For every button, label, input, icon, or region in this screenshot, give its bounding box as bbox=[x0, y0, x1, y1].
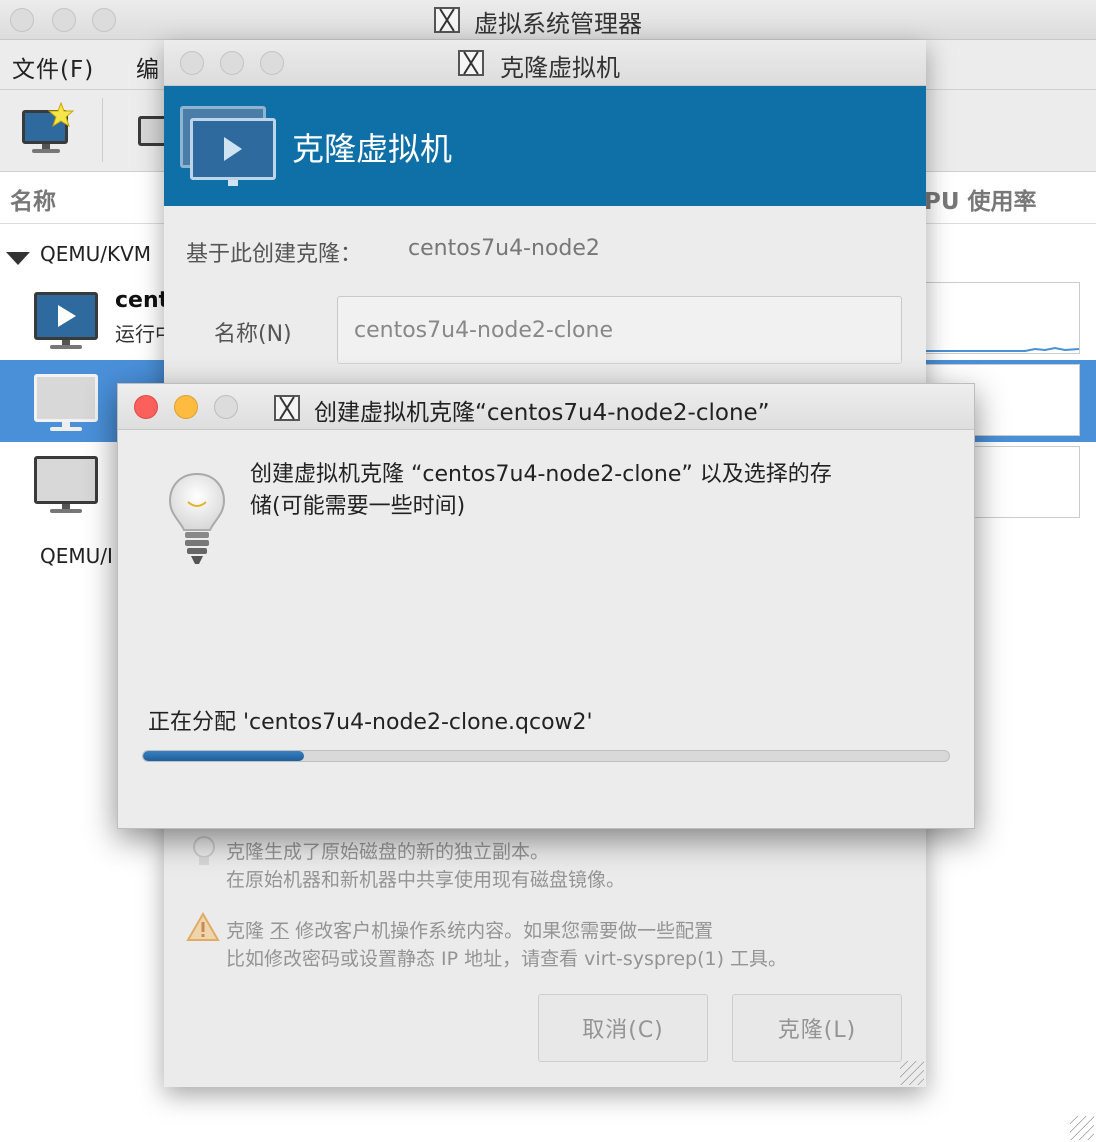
menu-edit[interactable]: 编 bbox=[136, 50, 160, 84]
new-vm-button[interactable] bbox=[20, 102, 76, 156]
clone-dialog-titlebar: 克隆虚拟机 bbox=[164, 40, 926, 86]
warning-icon bbox=[186, 911, 220, 946]
expander-triangle-icon[interactable] bbox=[6, 252, 30, 265]
close-button[interactable] bbox=[134, 395, 158, 419]
x11-app-icon bbox=[274, 395, 300, 421]
close-button[interactable] bbox=[180, 51, 204, 75]
warning-text-line1: 克隆 不 修改客户机操作系统内容。如果您需要做一些配置 bbox=[226, 916, 713, 943]
window-title: 虚拟系统管理器 bbox=[474, 10, 642, 38]
warning-prefix: 克隆 bbox=[226, 920, 265, 942]
warning-emphasis: 不 bbox=[270, 920, 290, 942]
connection-label: QEMU/KVM bbox=[40, 242, 152, 266]
minimize-button[interactable] bbox=[174, 395, 198, 419]
minimize-button[interactable] bbox=[220, 51, 244, 75]
progress-dialog-titlebar: 创建虚拟机克隆“centos7u4-node2-clone” bbox=[118, 384, 974, 430]
main-titlebar: 虚拟系统管理器 bbox=[0, 0, 1096, 40]
x11-app-icon bbox=[458, 50, 484, 76]
progress-message-line2: 储(可能需要一些时间) bbox=[250, 494, 466, 519]
source-vm-name: centos7u4-node2 bbox=[408, 236, 600, 261]
dialog-title: 克隆虚拟机 bbox=[500, 54, 620, 82]
minimize-button[interactable] bbox=[52, 8, 76, 32]
menu-file[interactable]: 文件(F) bbox=[12, 50, 94, 84]
lightbulb-icon bbox=[168, 472, 226, 568]
column-name[interactable]: 名称 bbox=[10, 182, 56, 216]
warning-rest: 修改客户机操作系统内容。如果您需要做一些配置 bbox=[295, 920, 714, 942]
progress-bar-fill bbox=[143, 751, 305, 761]
clone-name-input[interactable] bbox=[337, 296, 902, 364]
resize-grip-icon[interactable] bbox=[900, 1061, 924, 1085]
cancel-button[interactable]: 取消(C) bbox=[538, 994, 708, 1062]
cpu-usage-graph bbox=[924, 282, 1080, 354]
zoom-button[interactable] bbox=[260, 51, 284, 75]
banner-title: 克隆虚拟机 bbox=[292, 130, 453, 168]
progress-message-line1: 创建虚拟机克隆 “centos7u4-node2-clone” 以及选择的存 bbox=[250, 462, 832, 487]
progress-bar bbox=[142, 750, 950, 762]
connection-label: QEMU/I bbox=[40, 544, 113, 568]
zoom-button[interactable] bbox=[214, 395, 238, 419]
progress-dialog-title: 创建虚拟机克隆“centos7u4-node2-clone” bbox=[314, 400, 770, 426]
allocation-status: 正在分配 'centos7u4-node2-clone.qcow2' bbox=[148, 710, 593, 735]
zoom-button[interactable] bbox=[92, 8, 116, 32]
clone-progress-dialog: 创建虚拟机克隆“centos7u4-node2-clone” 创建虚拟机克隆 “… bbox=[117, 383, 975, 829]
column-cpu-usage[interactable]: PU 使用率 bbox=[924, 182, 1037, 216]
lightbulb-icon bbox=[192, 836, 216, 872]
x11-app-icon bbox=[434, 7, 460, 33]
clone-button[interactable]: 克隆(L) bbox=[732, 994, 902, 1062]
close-button[interactable] bbox=[10, 8, 34, 32]
vm-name: cent bbox=[115, 288, 170, 313]
info-text-line2: 在原始机器和新机器中共享使用现有磁盘镜像。 bbox=[226, 869, 626, 891]
clone-banner: 克隆虚拟机 bbox=[164, 86, 926, 206]
name-label: 名称(N) bbox=[214, 322, 292, 347]
source-label: 基于此创建克隆： bbox=[186, 242, 363, 267]
info-text-line1: 克隆生成了原始磁盘的新的独立副本。 bbox=[226, 841, 550, 863]
toolbar-separator bbox=[102, 98, 103, 162]
warning-text-line2: 比如修改密码或设置静态 IP 地址，请查看 virt-sysprep(1) 工具… bbox=[226, 948, 788, 970]
resize-grip-icon[interactable] bbox=[1070, 1116, 1094, 1140]
